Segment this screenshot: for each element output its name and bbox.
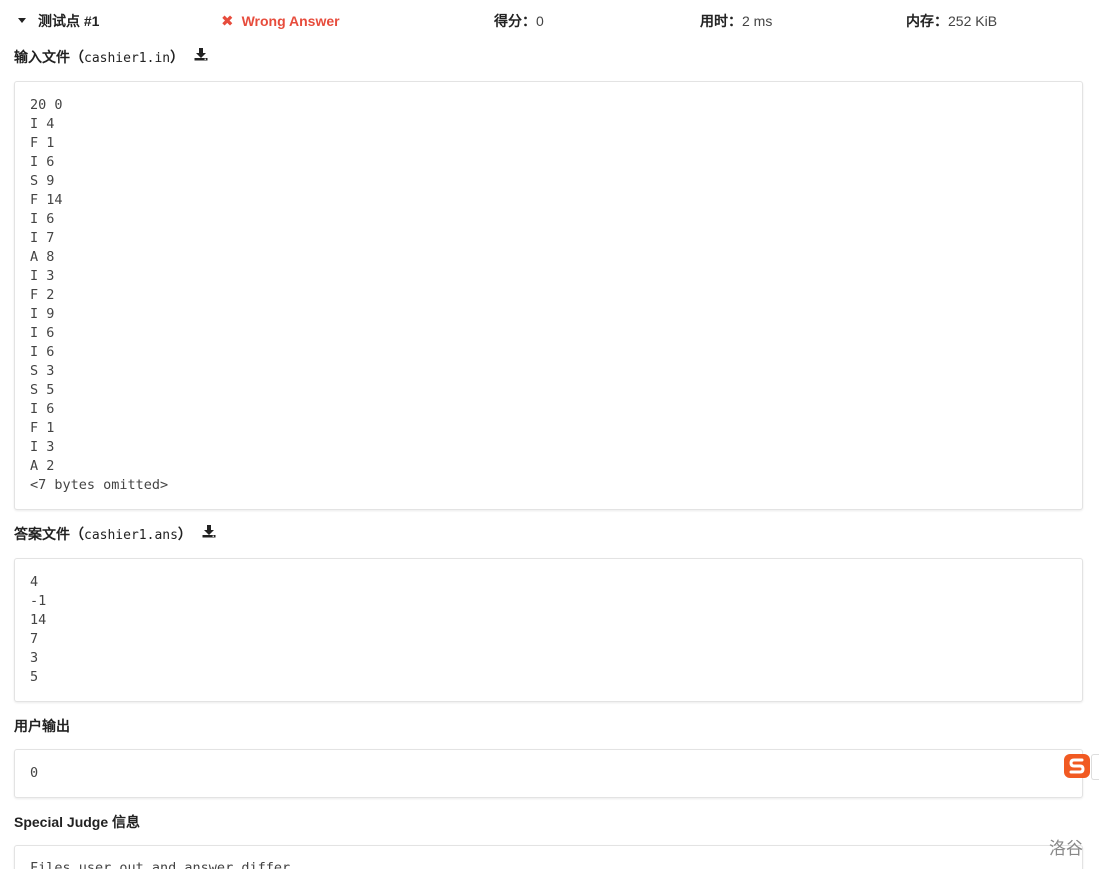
testcase-detail-page: 测试点 #1 ✖ Wrong Answer 得分：0 用时：2 ms 内存：252… xyxy=(0,0,1099,869)
score-cell: 得分：0 xyxy=(494,12,544,30)
spj-content: Files user_out and answer differ xyxy=(30,860,291,869)
spj-heading: Special Judge 信息 xyxy=(14,814,141,830)
testcase-toggle[interactable]: 测试点 #1 xyxy=(18,12,99,30)
luogu-watermark: 洛谷 xyxy=(1049,839,1083,859)
answer-label-prefix: 答案文件（ xyxy=(14,526,84,542)
input-filename: cashier1.in xyxy=(84,51,171,66)
time-value: 2 ms xyxy=(742,13,773,29)
input-file-content-box[interactable]: 20 0 I 4 F 1 I 6 S 9 F 14 I 6 I 7 A 8 I … xyxy=(14,81,1083,510)
answer-file-heading: 答案文件（cashier1.ans） xyxy=(14,525,216,545)
sogou-ime-widget[interactable] xyxy=(1063,753,1099,780)
answer-label-suffix: ） xyxy=(177,526,192,542)
answer-filename: cashier1.ans xyxy=(84,528,178,543)
sogou-ime-tab[interactable] xyxy=(1091,754,1099,780)
memory-value: 252 KiB xyxy=(948,13,998,29)
user-output-heading: 用户输出 xyxy=(14,718,70,734)
sogou-logo-icon[interactable] xyxy=(1063,753,1091,779)
memory-label: 内存： xyxy=(906,13,948,29)
input-label-prefix: 输入文件（ xyxy=(14,49,84,65)
user-output-content: 0 xyxy=(30,765,39,781)
cross-icon: ✖ xyxy=(221,13,234,30)
download-icon[interactable] xyxy=(202,524,216,542)
answer-file-content-box[interactable]: 4 -1 14 7 3 5 xyxy=(14,558,1083,702)
spj-content-box[interactable]: Files user_out and answer differ xyxy=(14,845,1083,869)
download-icon[interactable] xyxy=(194,47,208,65)
answer-file-content: 4 -1 14 7 3 5 xyxy=(30,574,47,685)
score-value: 0 xyxy=(536,13,544,29)
status-text: Wrong Answer xyxy=(241,13,340,29)
time-label: 用时： xyxy=(700,13,742,29)
input-file-heading: 输入文件（cashier1.in） xyxy=(14,48,208,68)
testcase-title: 测试点 #1 xyxy=(38,13,100,29)
status-cell: ✖ Wrong Answer xyxy=(221,12,340,31)
input-label-suffix: ） xyxy=(170,49,185,65)
caret-down-icon[interactable] xyxy=(18,17,26,23)
memory-cell: 内存：252 KiB xyxy=(906,12,997,30)
testcase-header[interactable]: 测试点 #1 ✖ Wrong Answer 得分：0 用时：2 ms 内存：252… xyxy=(0,0,1099,42)
input-file-content: 20 0 I 4 F 1 I 6 S 9 F 14 I 6 I 7 A 8 I … xyxy=(30,97,169,493)
time-cell: 用时：2 ms xyxy=(700,12,772,30)
score-label: 得分： xyxy=(494,13,536,29)
user-output-content-box[interactable]: 0 xyxy=(14,749,1083,798)
